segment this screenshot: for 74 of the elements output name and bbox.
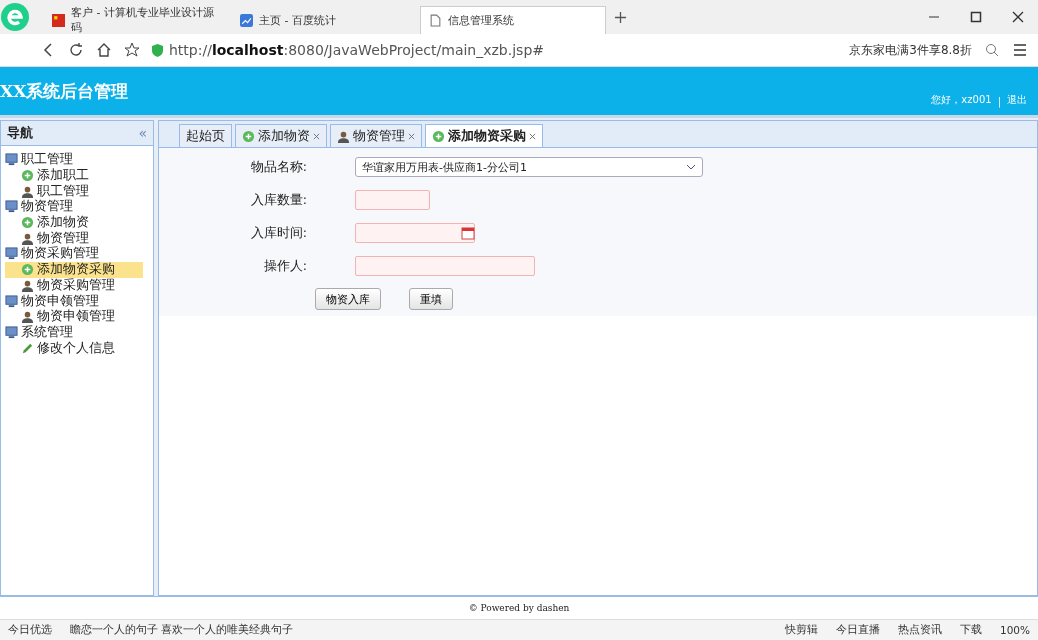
maximize-icon[interactable] bbox=[970, 11, 982, 23]
greeting-text: 您好，xz001 bbox=[931, 93, 992, 107]
tree-group[interactable]: 物资管理 bbox=[5, 199, 153, 215]
field-label: 入库数量: bbox=[249, 191, 308, 209]
tree-item[interactable]: 物资采购管理 bbox=[5, 277, 143, 294]
form-button[interactable]: 重填 bbox=[409, 288, 453, 310]
new-tab-icon[interactable] bbox=[614, 10, 627, 24]
reload-icon[interactable] bbox=[68, 42, 84, 58]
plus-circle-icon bbox=[21, 216, 34, 230]
status-item[interactable]: 下载 bbox=[959, 623, 982, 637]
tree-item[interactable]: 职工管理 bbox=[5, 183, 143, 200]
tree-group[interactable]: 物资采购管理 bbox=[5, 246, 153, 262]
tree-group[interactable]: 职工管理 bbox=[5, 152, 153, 168]
nav-title: 导航 bbox=[7, 124, 33, 142]
pencil-icon bbox=[21, 341, 34, 355]
tree-item[interactable]: 修改个人信息 bbox=[5, 340, 143, 356]
chart-icon bbox=[240, 13, 253, 27]
user-icon bbox=[21, 310, 34, 324]
menu-icon[interactable] bbox=[1012, 42, 1028, 58]
tree-item[interactable]: 添加物资采购 bbox=[5, 261, 143, 278]
tab[interactable]: 添加物资采购 bbox=[425, 124, 543, 147]
field-label: 操作人: bbox=[262, 257, 308, 275]
monitor-icon bbox=[5, 247, 18, 261]
status-item[interactable]: 100% bbox=[999, 624, 1030, 636]
tree-item[interactable]: 添加职工 bbox=[5, 167, 143, 184]
home-icon[interactable] bbox=[96, 42, 112, 58]
search-icon[interactable] bbox=[984, 42, 1000, 58]
monitor-icon bbox=[5, 200, 18, 214]
tab[interactable]: 起始页 bbox=[179, 124, 232, 147]
status-item[interactable]: 今日优选 bbox=[8, 623, 52, 637]
browser-tab[interactable]: 信息管理系统 bbox=[420, 6, 606, 34]
date-field[interactable] bbox=[355, 223, 475, 243]
item-select[interactable]: 华谊家用万用表-供应商1-分公司1 bbox=[355, 157, 703, 177]
field-label: 物品名称: bbox=[249, 158, 308, 176]
promo-text[interactable]: 京东家电满3件享8.8折 bbox=[849, 41, 972, 59]
input-field[interactable] bbox=[355, 190, 430, 210]
app-title: XX系统后台管理 bbox=[0, 79, 129, 103]
tree-item[interactable]: 添加物资 bbox=[5, 214, 143, 231]
flag-icon bbox=[52, 13, 65, 27]
plus-circle-icon bbox=[21, 169, 34, 183]
monitor-icon bbox=[5, 325, 18, 339]
star-icon[interactable] bbox=[124, 42, 140, 58]
close-icon[interactable] bbox=[1012, 11, 1024, 23]
page-icon bbox=[429, 14, 442, 27]
status-item[interactable]: 快剪辑 bbox=[784, 623, 818, 637]
field-label: 入库时间: bbox=[249, 224, 308, 242]
user-icon bbox=[21, 231, 34, 245]
monitor-icon bbox=[5, 153, 18, 167]
browser-tab[interactable]: 客户 - 计算机专业毕业设计源码 bbox=[44, 6, 230, 34]
plus-circle-icon bbox=[242, 129, 255, 143]
tab[interactable]: 物资管理 bbox=[330, 124, 422, 147]
user-icon bbox=[21, 278, 34, 292]
user-icon bbox=[21, 184, 34, 198]
status-item[interactable]: 瞻恋一个人的句子 喜欢一个人的唯美经典句子 bbox=[70, 623, 294, 637]
user-icon bbox=[337, 129, 350, 143]
footer-text: © Powered by dashen bbox=[468, 603, 570, 613]
browser-tab[interactable]: 主页 - 百度统计 bbox=[232, 6, 418, 34]
shield-icon bbox=[152, 43, 163, 57]
tree-item[interactable]: 物资管理 bbox=[5, 230, 143, 247]
status-item[interactable]: 热点资讯 bbox=[897, 623, 942, 637]
tree-group[interactable]: 系统管理 bbox=[5, 324, 153, 341]
form-button[interactable]: 物资入库 bbox=[315, 288, 381, 310]
browser-logo-icon bbox=[0, 2, 30, 32]
plus-circle-icon bbox=[21, 263, 34, 277]
tree-group[interactable]: 物资申领管理 bbox=[5, 293, 153, 309]
tree-item[interactable]: 物资申领管理 bbox=[5, 308, 143, 325]
chevron-down-icon bbox=[686, 164, 696, 170]
plus-circle-icon bbox=[432, 129, 445, 143]
monitor-icon bbox=[5, 294, 18, 308]
status-item[interactable]: 今日直播 bbox=[835, 623, 880, 637]
address-field[interactable]: http://localhost:8080/JavaWebProject/main_xzb.jsp# bbox=[152, 42, 544, 58]
separator-text: | bbox=[997, 96, 1001, 107]
input-field[interactable] bbox=[355, 256, 535, 276]
tab[interactable]: 添加物资 bbox=[235, 124, 327, 147]
